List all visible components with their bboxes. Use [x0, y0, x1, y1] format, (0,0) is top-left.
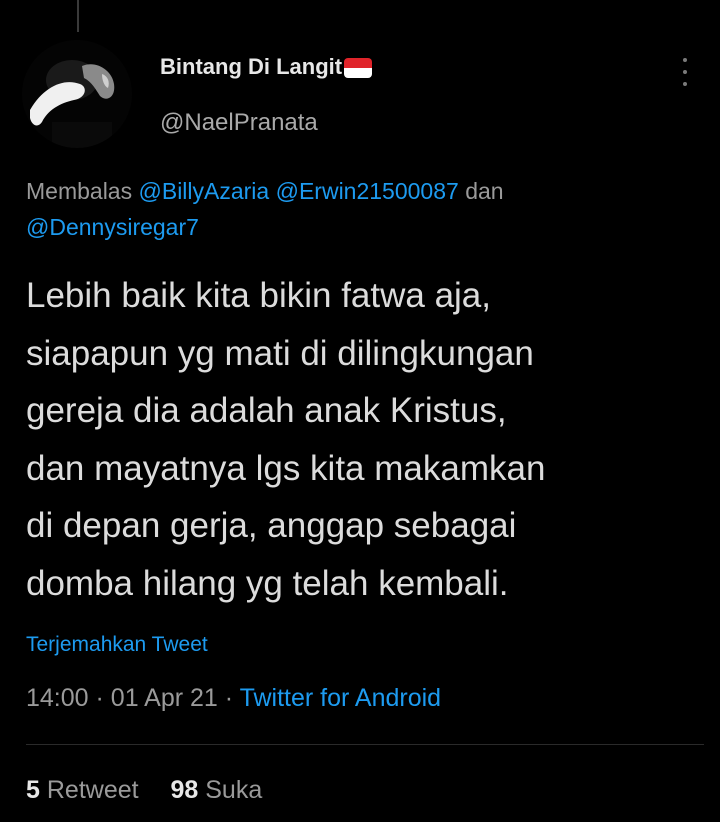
tweet-text-line: Lebih baik kita bikin fatwa aja, — [26, 276, 491, 315]
mention-link[interactable]: @BillyAzaria — [139, 178, 270, 204]
more-vertical-icon[interactable] — [676, 58, 694, 86]
tweet-date[interactable]: 01 Apr 21 — [111, 684, 218, 712]
tweet-text-line: gereja dia adalah anak Kristus, — [26, 391, 507, 430]
reply-conjunction: dan — [465, 178, 504, 204]
avatar[interactable] — [22, 40, 132, 148]
like-stat[interactable]: 98 Suka — [170, 776, 262, 804]
tweet-meta: 14:00 · 01 Apr 21 · Twitter for Android — [26, 684, 441, 713]
indonesia-flag-icon — [344, 58, 373, 78]
divider — [26, 744, 704, 745]
like-label: Suka — [205, 776, 263, 804]
meta-separator: · — [224, 684, 234, 712]
mention-link[interactable]: @Erwin21500087 — [276, 178, 459, 204]
retweet-count: 5 — [26, 776, 40, 804]
reply-context: Membalas @BillyAzaria @Erwin21500087 dan… — [26, 173, 686, 245]
retweet-stat[interactable]: 5 Retweet — [26, 776, 146, 804]
tweet-source-link[interactable]: Twitter for Android — [240, 684, 441, 712]
meta-separator: · — [95, 684, 104, 712]
reply-prefix: Membalas — [26, 178, 133, 204]
tweet-text-line: siapapun yg mati di dilingkungan — [26, 333, 534, 373]
tweet-text: Lebih baik kita bikin fatwa aja, siapapu… — [26, 267, 706, 612]
tweet-stats: 5 Retweet 98 Suka — [26, 776, 262, 805]
tweet-time[interactable]: 14:00 — [26, 684, 89, 712]
user-handle[interactable]: @NaelPranata — [160, 109, 318, 137]
display-name[interactable]: Bintang Di Langit — [160, 54, 342, 80]
mention-link[interactable]: @Dennysiregar7 — [26, 214, 199, 240]
avatar-image — [22, 40, 132, 148]
tweet-text-line: domba hilang yg telah kembali. — [26, 563, 509, 603]
retweet-label: Retweet — [46, 776, 139, 804]
tweet-text-line: dan mayatnya lgs kita makamkan — [26, 448, 546, 488]
tweet-text-line: di depan gerja, anggap sebagai — [26, 506, 517, 545]
translate-tweet-link[interactable]: Terjemahkan Tweet — [26, 633, 208, 657]
thread-connector-line — [77, 0, 79, 32]
author-name-row[interactable]: Bintang Di Langit — [160, 54, 373, 80]
like-count: 98 — [170, 776, 199, 804]
